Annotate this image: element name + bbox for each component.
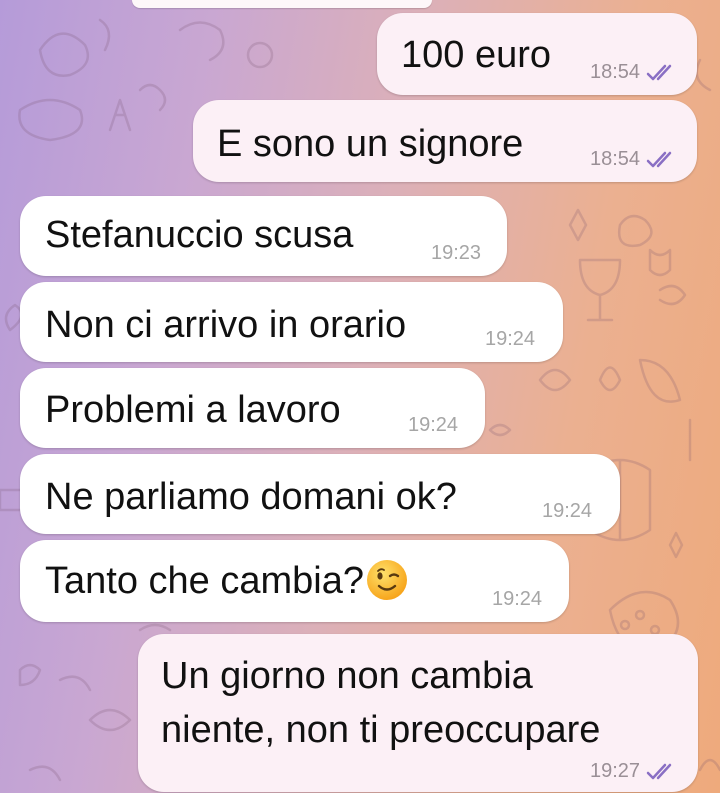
message-bubble-incoming[interactable]: Non ci arrivo in orario 19:24 [20,282,563,362]
message-time: 18:54 [590,61,641,83]
message-time: 19:24 [542,500,593,522]
message-time: 19:24 [408,414,459,436]
message-text-line-1: Un giorno non cambia [161,655,533,697]
message-time: 19:23 [431,242,482,264]
message-meta: 19:27 [590,760,678,783]
message-time: 19:24 [485,328,536,350]
message-text-line-2: niente, non ti preoccupare [161,709,601,751]
message-text: Non ci arrivo in orario [45,304,407,346]
message-time: 19:24 [492,588,543,610]
message-meta: 19:24 [408,414,458,437]
message-text: Ne parliamo domani ok? [45,476,457,518]
message-bubble-incoming[interactable]: Ne parliamo domani ok? 19:24 [20,454,620,534]
winking-face-emoji [366,560,407,600]
message-meta: 19:24 [492,588,542,611]
message-bubble-outgoing[interactable]: Un giorno non cambia niente, non ti preo… [138,634,698,792]
message-text: Problemi a lavoro [45,389,341,431]
previous-message-edge [132,0,432,8]
message-text: E sono un signore [217,123,524,165]
message-time: 18:54 [590,148,641,170]
message-time: 19:27 [590,760,641,782]
message-text-wrap: Tanto che cambia? [45,559,408,603]
message-bubble-incoming[interactable]: Stefanuccio scusa 19:23 [20,196,507,276]
message-meta: 19:23 [431,242,481,265]
message-meta: 19:24 [485,328,535,351]
double-check-icon [646,763,672,779]
message-text: Tanto che cambia? [45,560,364,602]
double-check-icon [646,64,672,80]
message-meta: 18:54 [590,61,678,84]
message-bubble-outgoing[interactable]: E sono un signore 18:54 [193,100,697,182]
message-bubble-incoming[interactable]: Problemi a lavoro 19:24 [20,368,485,448]
message-bubble-incoming[interactable]: Tanto che cambia? 19:24 [20,540,569,622]
message-bubble-outgoing[interactable]: 100 euro 18:54 [377,13,697,95]
double-check-icon [646,151,672,167]
message-text: Stefanuccio scusa [45,214,354,256]
message-meta: 19:24 [542,500,592,523]
message-text: 100 euro [401,34,552,76]
message-meta: 18:54 [590,148,678,171]
